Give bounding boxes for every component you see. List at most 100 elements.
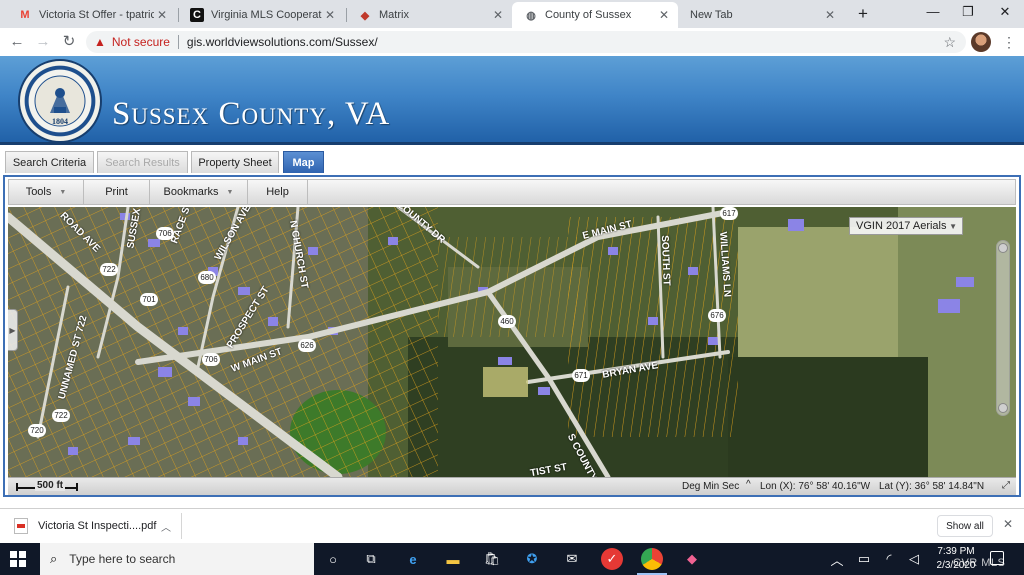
route-shield: 676 bbox=[708, 309, 726, 322]
map-canvas[interactable]: E MAIN ST W MAIN ST BRYAN AVE PROSPECT S… bbox=[8, 207, 1016, 477]
close-tab-icon[interactable]: ✕ bbox=[822, 8, 838, 22]
browser-toolbar: ← → ↻ ▲ Not secure gis.worldviewsolution… bbox=[0, 28, 1024, 56]
file-explorer-icon[interactable]: ▬ bbox=[442, 548, 464, 570]
map-menu-bar: Tools ▼ Print Bookmarks ▼ Help bbox=[8, 179, 1016, 205]
menu-tools[interactable]: Tools ▼ bbox=[9, 180, 84, 204]
close-tab-icon[interactable]: ✕ bbox=[154, 8, 170, 22]
app-tab-bar: Search Criteria Search Results Property … bbox=[0, 145, 1024, 175]
security-label[interactable]: Not secure bbox=[112, 35, 170, 49]
globe-icon: ◍ bbox=[526, 9, 536, 22]
todo-icon[interactable]: ✓ bbox=[601, 548, 623, 570]
search-icon: ⌕ bbox=[50, 551, 58, 566]
store-icon[interactable]: 🛍 bbox=[481, 548, 503, 570]
page-title: Sussex County, VA bbox=[112, 96, 391, 132]
zoom-slider[interactable] bbox=[996, 240, 1010, 416]
browser-tab-sussex[interactable]: ◍ County of Sussex ✕ bbox=[512, 2, 678, 28]
zoom-in-handle[interactable] bbox=[998, 243, 1008, 253]
cortana-icon[interactable]: ○ bbox=[322, 548, 344, 570]
chrome-menu-icon[interactable]: ⋮ bbox=[1002, 32, 1016, 52]
task-view-icon[interactable]: ⧉ bbox=[360, 548, 382, 570]
windows-start-icon[interactable] bbox=[10, 551, 26, 567]
mls-icon: C bbox=[190, 8, 204, 22]
chevron-down-icon: ▼ bbox=[59, 188, 67, 196]
road-label: SOUTH ST bbox=[658, 235, 672, 286]
tray-expand-icon[interactable]: ︿ bbox=[826, 548, 848, 570]
paint-icon[interactable]: ◆ bbox=[681, 548, 703, 570]
mail-icon[interactable]: ✉ bbox=[561, 548, 583, 570]
close-tab-icon[interactable]: ✕ bbox=[322, 8, 338, 22]
menu-label: Bookmarks bbox=[163, 186, 219, 198]
tab-search-criteria[interactable]: Search Criteria bbox=[5, 151, 94, 173]
menu-help[interactable]: Help bbox=[248, 180, 308, 204]
show-all-button[interactable]: Show all bbox=[937, 515, 993, 537]
browser-tab-matrix[interactable]: ◆ Matrix ✕ bbox=[346, 2, 512, 28]
route-shield: 680 bbox=[198, 271, 216, 284]
browser-tab-newtab[interactable]: New Tab ✕ bbox=[678, 2, 844, 28]
download-item[interactable]: Victoria St Inspecti....pdf ︿ bbox=[10, 513, 182, 539]
fullscreen-icon[interactable]: ⤢ bbox=[1000, 480, 1012, 492]
tab-title: County of Sussex bbox=[545, 9, 632, 21]
aerial-map-graphic bbox=[8, 207, 1016, 477]
menu-label: Print bbox=[105, 186, 128, 198]
clock-time[interactable]: 7:39 PM bbox=[934, 546, 978, 557]
tab-map[interactable]: Map bbox=[283, 151, 324, 173]
wifi-icon[interactable]: ◜ bbox=[878, 548, 900, 570]
safari-icon[interactable]: ✪ bbox=[521, 548, 543, 570]
side-panel-toggle[interactable]: ▶ bbox=[8, 309, 18, 351]
tab-search-results[interactable]: Search Results bbox=[97, 151, 188, 173]
menu-bookmarks[interactable]: Bookmarks ▼ bbox=[150, 180, 248, 204]
taskbar-search[interactable]: ⌕ Type here to search bbox=[40, 543, 314, 575]
tab-title: Matrix bbox=[379, 9, 409, 21]
tab-title: Victoria St Offer - tpatrickb bbox=[39, 9, 154, 21]
longitude-readout: Lon (X): 76° 58' 40.16"W bbox=[760, 481, 871, 492]
forward-icon[interactable]: → bbox=[33, 32, 53, 52]
profile-avatar[interactable] bbox=[971, 32, 991, 52]
close-window-icon[interactable]: ✕ bbox=[990, 4, 1020, 22]
back-icon[interactable]: ← bbox=[7, 32, 27, 52]
gmail-icon: M bbox=[20, 9, 30, 21]
basemap-label: VGIN 2017 Aerials bbox=[856, 220, 947, 232]
seal-graphic bbox=[34, 75, 86, 127]
minimize-icon[interactable]: — bbox=[918, 4, 948, 22]
restore-icon[interactable]: ❐ bbox=[953, 4, 983, 22]
windows-taskbar: ⌕ Type here to search ○ ⧉ e ▬ 🛍 ✪ ✉ ✓ ◆ … bbox=[0, 543, 1024, 575]
close-tab-icon[interactable]: ✕ bbox=[490, 8, 506, 22]
route-shield: 706 bbox=[156, 227, 174, 240]
tab-title: New Tab bbox=[690, 9, 733, 21]
url-text[interactable]: gis.worldviewsolutions.com/Sussex/ bbox=[187, 35, 378, 49]
tab-property-sheet[interactable]: Property Sheet bbox=[191, 151, 279, 173]
map-status-bar: 500 ft Deg Min Sec ^ Lon (X): 76° 58' 40… bbox=[8, 477, 1016, 495]
new-tab-button[interactable]: + bbox=[853, 4, 873, 24]
bookmark-star-icon[interactable]: ☆ bbox=[943, 34, 956, 51]
route-shield: 626 bbox=[298, 339, 316, 352]
route-shield: 722 bbox=[100, 263, 118, 276]
chrome-icon[interactable] bbox=[641, 548, 663, 570]
scale-label: 500 ft bbox=[35, 480, 66, 491]
warning-icon[interactable]: ▲ bbox=[94, 35, 106, 49]
menu-print[interactable]: Print bbox=[84, 180, 150, 204]
close-icon[interactable]: ✕ bbox=[1003, 517, 1013, 531]
route-shield: 460 bbox=[498, 315, 516, 328]
menu-label: Tools bbox=[25, 186, 52, 198]
edge-icon[interactable]: e bbox=[402, 548, 424, 570]
battery-icon[interactable]: ▭ bbox=[853, 548, 875, 570]
coordinate-format-toggle[interactable]: ^ bbox=[746, 479, 751, 490]
coordinate-format[interactable]: Deg Min Sec bbox=[682, 481, 739, 492]
browser-tab-mls[interactable]: C Virginia MLS Cooperative ✕ bbox=[178, 2, 344, 28]
close-tab-icon[interactable]: ✕ bbox=[656, 8, 672, 22]
browser-tab-strip: M Victoria St Offer - tpatrickb ✕ C Virg… bbox=[0, 0, 1024, 28]
search-placeholder: Type here to search bbox=[69, 552, 176, 566]
route-shield: 617 bbox=[720, 207, 738, 220]
latitude-readout: Lat (Y): 36° 58' 14.84"N bbox=[879, 481, 985, 492]
zoom-out-handle[interactable] bbox=[998, 403, 1008, 413]
reload-icon[interactable]: ↻ bbox=[59, 32, 79, 52]
basemap-dropdown[interactable]: VGIN 2017 Aerials ▼ bbox=[849, 217, 963, 235]
download-file-name[interactable]: Victoria St Inspecti....pdf bbox=[38, 520, 156, 532]
volume-icon[interactable]: ◁ bbox=[903, 548, 925, 570]
route-shield: 722 bbox=[52, 409, 70, 422]
seal-year: 1804 bbox=[52, 117, 68, 126]
menu-label: Help bbox=[266, 186, 289, 198]
address-bar[interactable]: ▲ Not secure gis.worldviewsolutions.com/… bbox=[86, 31, 966, 53]
chevron-up-icon[interactable]: ︿ bbox=[161, 519, 171, 534]
browser-tab-gmail[interactable]: M Victoria St Offer - tpatrickb ✕ bbox=[6, 2, 176, 28]
